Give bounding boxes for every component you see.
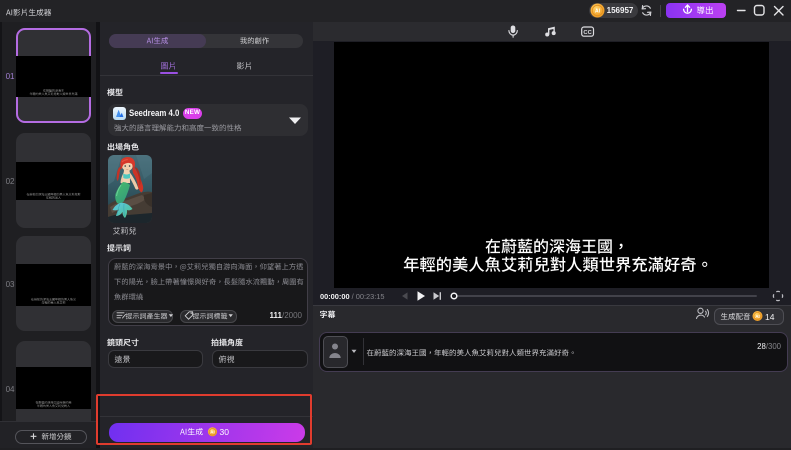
svg-text:CC: CC xyxy=(583,30,592,36)
svg-text:AI: AI xyxy=(755,314,760,319)
svg-text:AI: AI xyxy=(595,9,601,15)
